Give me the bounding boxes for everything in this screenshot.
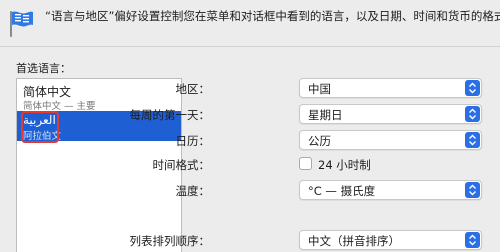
temperature-popup[interactable]: °C — 摄氏度 (299, 180, 482, 200)
region-label: 地区： (175, 82, 211, 96)
first-day-value: 星期日 (308, 108, 343, 122)
first-day-label: 每周的第一天： (129, 108, 211, 122)
region-popup[interactable]: 中国 (299, 78, 482, 98)
chevron-up-down-icon (465, 80, 480, 96)
chevron-up-down-icon (465, 232, 480, 248)
divider (0, 46, 500, 47)
calendar-label: 日历： (175, 134, 211, 148)
chevron-up-down-icon (465, 182, 480, 198)
calendar-popup[interactable]: 公历 (299, 130, 482, 150)
temperature-value: °C — 摄氏度 (308, 184, 376, 198)
sort-order-label: 列表排列顺序： (129, 234, 211, 248)
time-format-checkbox[interactable] (299, 157, 312, 170)
description-text: “语言与地区”偏好设置控制您在菜单和对话框中看到的语言，以及日期、时间和货币的格… (45, 9, 500, 23)
highlight-annotation-box (21, 111, 59, 143)
temperature-label: 温度： (175, 184, 211, 198)
first-day-popup[interactable]: 星期日 (299, 104, 482, 124)
flag-icon (6, 8, 36, 38)
sort-order-value: 中文（拼音排序） (308, 234, 400, 248)
region-value: 中国 (308, 82, 331, 96)
header: “语言与地区”偏好设置控制您在菜单和对话框中看到的语言，以及日期、时间和货币的格… (0, 0, 500, 46)
sort-order-popup[interactable]: 中文（拼音排序） (299, 230, 482, 250)
time-format-checkbox-label[interactable]: 24 小时制 (318, 157, 371, 173)
language-subtitle: 简体中文 — 主要 (23, 101, 96, 112)
chevron-up-down-icon (465, 132, 480, 148)
time-format-label: 时间格式： (152, 158, 211, 172)
preferred-languages-label: 首选语言： (16, 62, 71, 75)
chevron-up-down-icon (465, 106, 480, 122)
calendar-value: 公历 (308, 134, 331, 148)
